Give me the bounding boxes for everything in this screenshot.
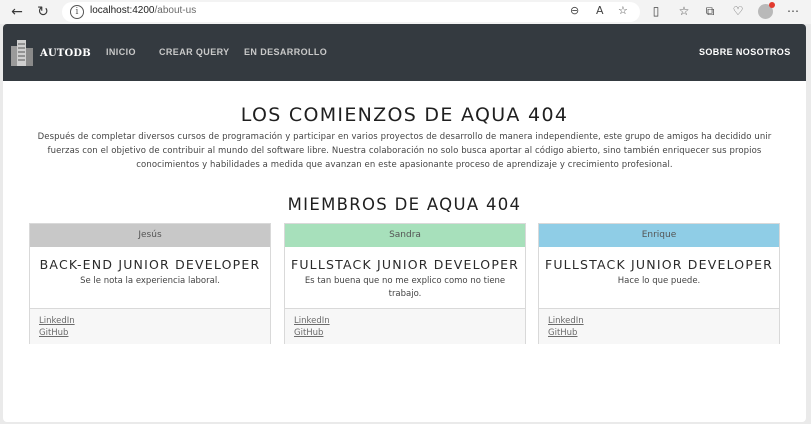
nav-link-crear-query[interactable]: CREAR QUERY	[159, 47, 230, 57]
split-screen-icon[interactable]: ▯	[648, 4, 664, 18]
member-name: Jesús	[30, 224, 270, 247]
member-description: Es tan buena que no me explico como no t…	[304, 276, 506, 299]
profile-avatar[interactable]	[758, 2, 775, 19]
brand-name[interactable]: AUTODB	[40, 48, 91, 59]
collections-icon[interactable]: ⧉	[702, 4, 718, 19]
member-description: Hace lo que puede.	[617, 276, 701, 286]
favorite-star-icon[interactable]: ☆	[618, 4, 628, 17]
favorites-icon[interactable]: ☆	[676, 4, 692, 18]
address-bar[interactable]: i localhost:4200/about-us ⊖ A ☆	[62, 2, 640, 22]
members-heading: MIEMBROS DE AQUA 404	[287, 195, 522, 214]
card-footer: LinkedIn GitHub	[285, 308, 525, 344]
address-url: localhost:4200/about-us	[90, 5, 196, 16]
linkedin-link[interactable]: LinkedIn	[39, 315, 270, 327]
member-name: Enrique	[539, 224, 779, 247]
url-host: localhost:4200	[90, 5, 155, 16]
member-name: Sandra	[285, 224, 525, 247]
github-link[interactable]: GitHub	[294, 327, 525, 339]
nav-link-sobre-nosotros[interactable]: SOBRE NOSOTROS	[699, 47, 791, 57]
member-description: Se le nota la experiencia laboral.	[80, 276, 220, 286]
github-link[interactable]: GitHub	[39, 327, 270, 339]
zoom-icon[interactable]: ⊖	[570, 4, 579, 17]
back-arrow-icon[interactable]: ←	[8, 3, 26, 21]
card-footer: LinkedIn GitHub	[539, 308, 779, 344]
nav-link-en-desarrollo[interactable]: EN DESARROLLO	[244, 47, 327, 57]
member-role: BACK-END JUNIOR DEVELOPER	[39, 257, 261, 272]
browser-toolbar: ← ↻ i localhost:4200/about-us ⊖ A ☆ ▯ ☆ …	[0, 0, 811, 24]
building-logo-icon[interactable]	[11, 38, 35, 66]
page-title: LOS COMIENZOS DE AQUA 404	[240, 104, 569, 126]
member-card: Sandra FULLSTACK JUNIOR DEVELOPER Es tan…	[284, 223, 526, 344]
github-link[interactable]: GitHub	[548, 327, 779, 339]
member-card: Jesús BACK-END JUNIOR DEVELOPER Se le no…	[29, 223, 271, 344]
read-aloud-icon[interactable]: A	[596, 4, 604, 17]
linkedin-link[interactable]: LinkedIn	[294, 315, 525, 327]
notification-dot	[769, 2, 775, 8]
member-role: FULLSTACK JUNIOR DEVELOPER	[544, 257, 774, 272]
url-path: /about-us	[154, 5, 197, 16]
card-footer: LinkedIn GitHub	[30, 308, 270, 344]
member-card: Enrique FULLSTACK JUNIOR DEVELOPER Hace …	[538, 223, 780, 344]
member-role: FULLSTACK JUNIOR DEVELOPER	[290, 257, 520, 272]
page-content: AUTODB INICIO CREAR QUERY EN DESARROLLO …	[3, 24, 806, 422]
reload-icon[interactable]: ↻	[34, 3, 52, 21]
intro-paragraph: Después de completar diversos cursos de …	[37, 132, 772, 170]
site-info-icon[interactable]: i	[70, 5, 84, 19]
linkedin-link[interactable]: LinkedIn	[548, 315, 779, 327]
nav-link-inicio[interactable]: INICIO	[106, 47, 136, 57]
more-menu-icon[interactable]: ⋯	[785, 4, 801, 18]
app-navbar: AUTODB INICIO CREAR QUERY EN DESARROLLO …	[3, 24, 806, 81]
extensions-icon[interactable]: ♡	[730, 4, 746, 18]
